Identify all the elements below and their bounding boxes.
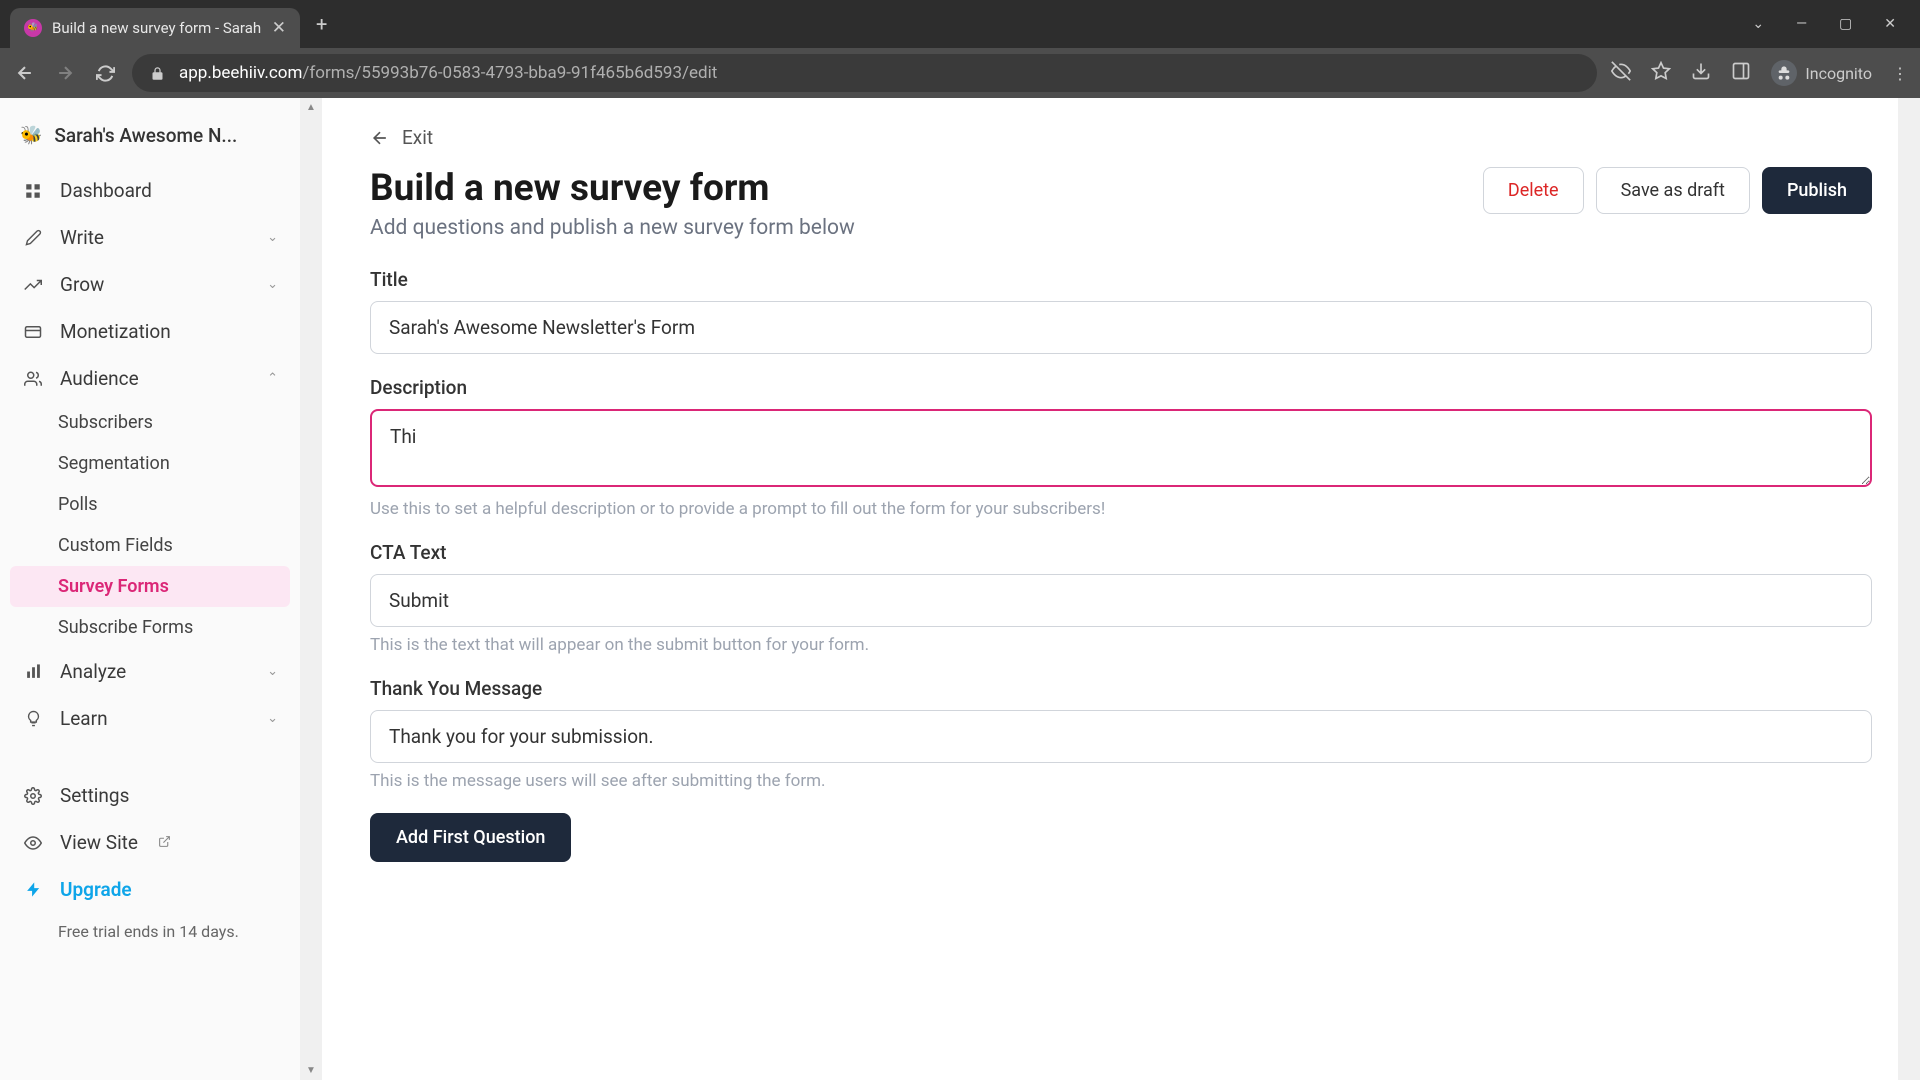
address-bar: app.beehiiv.com/forms/55993b76-0583-4793… bbox=[0, 48, 1920, 98]
reload-button[interactable] bbox=[92, 64, 118, 83]
sidebar-item-analyze[interactable]: Analyze ⌄ bbox=[0, 648, 300, 695]
panel-icon[interactable] bbox=[1731, 61, 1751, 85]
page-title: Build a new survey form bbox=[370, 167, 855, 210]
chevron-down-icon[interactable]: ⌄ bbox=[1752, 16, 1764, 32]
eye-icon bbox=[22, 834, 44, 852]
users-icon bbox=[22, 370, 44, 388]
bulb-icon bbox=[22, 710, 44, 727]
incognito-icon bbox=[1771, 60, 1797, 86]
sidebar-sub-subscribe-forms[interactable]: Subscribe Forms bbox=[0, 607, 300, 648]
sidebar-sub-subscribers[interactable]: Subscribers bbox=[0, 402, 300, 443]
download-icon[interactable] bbox=[1691, 61, 1711, 85]
maximize-icon[interactable]: ▢ bbox=[1839, 16, 1852, 32]
publish-button[interactable]: Publish bbox=[1762, 167, 1872, 214]
main-scrollbar[interactable] bbox=[1898, 98, 1920, 1080]
gear-icon bbox=[22, 787, 44, 805]
cta-label: CTA Text bbox=[370, 541, 1872, 564]
new-tab-button[interactable]: + bbox=[316, 12, 327, 36]
chevron-down-icon: ⌄ bbox=[267, 664, 278, 679]
external-link-icon bbox=[158, 835, 171, 851]
thankyou-input[interactable] bbox=[370, 710, 1872, 763]
sidebar-sub-custom-fields[interactable]: Custom Fields bbox=[0, 525, 300, 566]
sidebar-item-audience[interactable]: Audience ⌃ bbox=[0, 355, 300, 402]
tab-title: Build a new survey form - Sarah bbox=[52, 19, 261, 37]
window-controls: ⌄ ― ▢ ✕ bbox=[1752, 16, 1920, 32]
trial-notice: Free trial ends in 14 days. bbox=[0, 913, 300, 951]
card-icon bbox=[22, 323, 44, 341]
sidebar-item-learn[interactable]: Learn ⌄ bbox=[0, 695, 300, 742]
menu-icon[interactable]: ⋮ bbox=[1892, 64, 1908, 83]
sidebar-sub-segmentation[interactable]: Segmentation bbox=[0, 443, 300, 484]
bolt-icon bbox=[22, 881, 44, 898]
incognito-badge[interactable]: Incognito bbox=[1771, 60, 1872, 86]
description-help: Use this to set a helpful description or… bbox=[370, 499, 1872, 519]
chevron-down-icon: ⌄ bbox=[267, 277, 278, 292]
exit-button[interactable]: Exit bbox=[370, 126, 1872, 149]
trend-icon bbox=[22, 276, 44, 294]
toolbar-icons: Incognito ⋮ bbox=[1611, 60, 1908, 86]
delete-button[interactable]: Delete bbox=[1483, 167, 1584, 214]
cta-help: This is the text that will appear on the… bbox=[370, 635, 1872, 655]
add-first-question-button[interactable]: Add First Question bbox=[370, 813, 571, 862]
page-subtitle: Add questions and publish a new survey f… bbox=[370, 216, 855, 240]
thankyou-label: Thank You Message bbox=[370, 677, 1872, 700]
app-root: 🐝 Sarah's Awesome N... Dashboard Write ⌄… bbox=[0, 98, 1920, 1080]
sidebar-sub-polls[interactable]: Polls bbox=[0, 484, 300, 525]
sidebar-item-monetization[interactable]: Monetization bbox=[0, 308, 300, 355]
browser-chrome: 🐝 Build a new survey form - Sarah ✕ + ⌄ … bbox=[0, 0, 1920, 98]
sidebar-item-view-site[interactable]: View Site bbox=[0, 819, 300, 866]
sidebar-item-grow[interactable]: Grow ⌄ bbox=[0, 261, 300, 308]
dashboard-icon bbox=[22, 182, 44, 200]
description-textarea[interactable] bbox=[370, 409, 1872, 487]
save-draft-button[interactable]: Save as draft bbox=[1596, 167, 1750, 214]
tab-favicon-icon: 🐝 bbox=[24, 19, 42, 37]
title-input[interactable] bbox=[370, 301, 1872, 354]
lock-icon bbox=[150, 66, 165, 81]
eye-off-icon[interactable] bbox=[1611, 61, 1631, 85]
sidebar-item-write[interactable]: Write ⌄ bbox=[0, 214, 300, 261]
minimize-icon[interactable]: ― bbox=[1796, 16, 1807, 32]
description-label: Description bbox=[370, 376, 1872, 399]
close-window-icon[interactable]: ✕ bbox=[1884, 16, 1896, 32]
thankyou-help: This is the message users will see after… bbox=[370, 771, 1872, 791]
url-domain: app.beehiiv.com bbox=[179, 63, 302, 83]
sidebar-item-upgrade[interactable]: Upgrade bbox=[0, 866, 300, 913]
sidebar-item-dashboard[interactable]: Dashboard bbox=[0, 167, 300, 214]
title-label: Title bbox=[370, 268, 1872, 291]
chart-icon bbox=[22, 663, 44, 680]
sidebar-item-settings[interactable]: Settings bbox=[0, 772, 300, 819]
chevron-down-icon: ⌄ bbox=[267, 711, 278, 726]
tab-bar: 🐝 Build a new survey form - Sarah ✕ + ⌄ … bbox=[0, 0, 1920, 48]
chevron-up-icon: ⌃ bbox=[267, 371, 278, 386]
forward-button[interactable] bbox=[52, 63, 78, 83]
sidebar-sub-survey-forms[interactable]: Survey Forms bbox=[10, 566, 290, 607]
back-button[interactable] bbox=[12, 63, 38, 83]
cta-input[interactable] bbox=[370, 574, 1872, 627]
workspace-selector[interactable]: 🐝 Sarah's Awesome N... bbox=[0, 116, 300, 167]
main-content: Exit Build a new survey form Add questio… bbox=[322, 98, 1920, 1080]
browser-tab[interactable]: 🐝 Build a new survey form - Sarah ✕ bbox=[10, 8, 300, 48]
workspace-icon: 🐝 bbox=[20, 125, 42, 146]
url-path: /forms/55993b76-0583-4793-bba9-91f465b6d… bbox=[302, 63, 717, 83]
star-icon[interactable] bbox=[1651, 61, 1671, 85]
chevron-down-icon: ⌄ bbox=[267, 230, 278, 245]
url-input[interactable]: app.beehiiv.com/forms/55993b76-0583-4793… bbox=[132, 54, 1597, 92]
pencil-icon bbox=[22, 229, 44, 246]
sidebar: 🐝 Sarah's Awesome N... Dashboard Write ⌄… bbox=[0, 98, 300, 1080]
close-icon[interactable]: ✕ bbox=[272, 18, 286, 38]
sidebar-scrollbar[interactable]: ▲▼ bbox=[300, 98, 322, 1080]
page-header: Build a new survey form Add questions an… bbox=[370, 167, 1872, 240]
arrow-left-icon bbox=[370, 128, 390, 148]
